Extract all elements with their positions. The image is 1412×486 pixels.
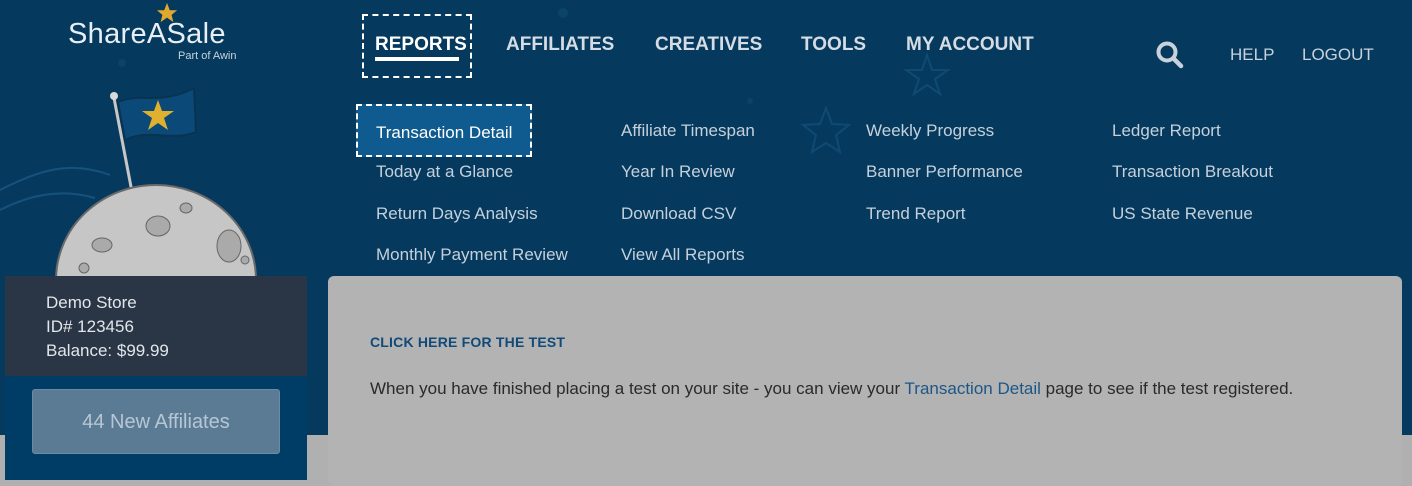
search-icon[interactable]	[1155, 40, 1185, 70]
help-link[interactable]: HELP	[1230, 45, 1274, 65]
logo-text: ShareASale	[68, 18, 226, 50]
menu-today-at-a-glance[interactable]: Today at a Glance	[376, 162, 513, 182]
menu-transaction-detail[interactable]: Transaction Detail	[356, 104, 533, 157]
star-icon	[156, 2, 178, 23]
menu-download-csv[interactable]: Download CSV	[621, 204, 736, 224]
test-link[interactable]: CLICK HERE FOR THE TEST	[370, 334, 565, 350]
moon-illustration	[55, 86, 257, 280]
main-panel: CLICK HERE FOR THE TEST When you have fi…	[328, 276, 1402, 486]
instruction-text-end: page to see if the test registered.	[1040, 379, 1294, 398]
menu-affiliate-timespan[interactable]: Affiliate Timespan	[621, 121, 755, 141]
merchant-id: ID# 123456	[46, 317, 134, 336]
menu-transaction-breakout[interactable]: Transaction Breakout	[1112, 162, 1273, 182]
account-actions: 44 New Affiliates	[5, 376, 307, 480]
nav-affiliates[interactable]: AFFILIATES	[506, 14, 614, 80]
nav-my-account[interactable]: MY ACCOUNT	[906, 14, 1034, 80]
nav-tools[interactable]: TOOLS	[801, 14, 866, 80]
menu-us-state-revenue[interactable]: US State Revenue	[1112, 204, 1253, 224]
menu-banner-performance[interactable]: Banner Performance	[866, 162, 1023, 182]
active-underline	[375, 57, 459, 61]
store-name: Demo Store	[46, 293, 137, 312]
account-info: Demo Store ID# 123456 Balance: $99.99	[5, 276, 307, 376]
transaction-detail-link[interactable]: Transaction Detail	[905, 379, 1041, 398]
nav-creatives[interactable]: CREATIVES	[655, 14, 762, 80]
menu-view-all-reports[interactable]: View All Reports	[621, 245, 744, 265]
logo[interactable]: ShareASale Part of Awin	[68, 2, 237, 62]
menu-return-days-analysis[interactable]: Return Days Analysis	[376, 204, 538, 224]
menu-monthly-payment-review[interactable]: Monthly Payment Review	[376, 245, 568, 265]
logout-link[interactable]: LOGOUT	[1302, 45, 1374, 65]
instruction-text-start: When you have finished placing a test on…	[370, 379, 905, 398]
nav-reports-label: REPORTS	[375, 34, 467, 55]
account-card: Demo Store ID# 123456 Balance: $99.99 44…	[5, 276, 307, 480]
account-balance: Balance: $99.99	[46, 341, 169, 360]
menu-weekly-progress[interactable]: Weekly Progress	[866, 121, 994, 141]
instruction-text: When you have finished placing a test on…	[370, 377, 1330, 400]
new-affiliates-button[interactable]: 44 New Affiliates	[32, 389, 280, 454]
logo-subtitle: Part of Awin	[178, 50, 237, 62]
menu-year-in-review[interactable]: Year In Review	[621, 162, 735, 182]
menu-ledger-report[interactable]: Ledger Report	[1112, 121, 1221, 141]
menu-trend-report[interactable]: Trend Report	[866, 204, 966, 224]
